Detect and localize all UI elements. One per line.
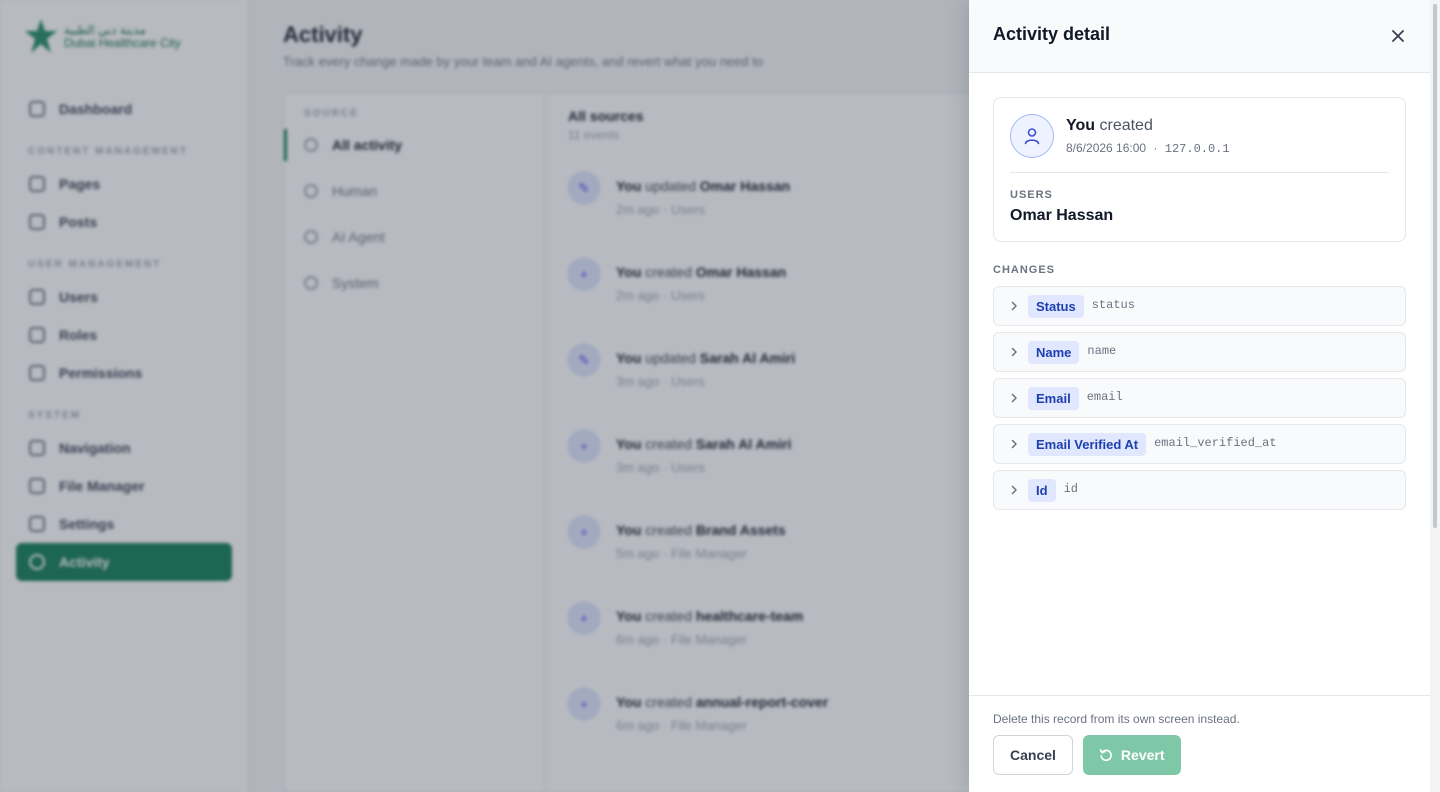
change-field-label: Name <box>1028 340 1080 364</box>
cancel-button[interactable]: Cancel <box>993 735 1073 775</box>
revert-label: Revert <box>1120 747 1165 763</box>
drawer-header: Activity detail <box>969 0 1430 73</box>
change-field-key: email_verified_at <box>1154 435 1277 450</box>
actor-verb: created <box>1099 116 1153 134</box>
change-field-key: email <box>1086 389 1123 404</box>
change-field-label: Status <box>1028 294 1084 318</box>
change-field-label: Email <box>1028 386 1079 410</box>
actor-meta: 8/6/2026 16:00 · 127.0.0.1 <box>1066 141 1230 156</box>
change-row[interactable]: Email Verified At email_verified_at <box>993 424 1406 464</box>
meta-separator: · <box>1153 140 1158 155</box>
user-icon <box>1024 128 1040 145</box>
change-row[interactable]: Email email <box>993 378 1406 418</box>
scrollbar[interactable] <box>1430 0 1440 792</box>
revert-icon <box>1099 749 1112 762</box>
drawer-footer: Delete this record from its own screen i… <box>969 695 1430 792</box>
activity-detail-drawer: Activity detail You created 8/6/2026 16:… <box>969 0 1430 792</box>
drawer-title: Activity detail <box>993 23 1111 44</box>
chevron-right-icon <box>1006 482 1022 498</box>
changes-label: CHANGES <box>993 264 1056 276</box>
revert-button[interactable]: Revert <box>1082 735 1181 775</box>
footer-note: Delete this record from its own screen i… <box>993 712 1240 726</box>
activity-timestamp: 8/6/2026 16:00 <box>1066 140 1147 155</box>
record-type-label: USERS <box>1010 189 1053 201</box>
change-field-key: name <box>1087 343 1117 358</box>
change-row[interactable]: Id id <box>993 470 1406 510</box>
scrollbar-thumb[interactable] <box>1433 4 1437 528</box>
actor-line: You created <box>1066 117 1230 135</box>
chevron-right-icon <box>1006 344 1022 360</box>
change-field-key: status <box>1091 297 1135 312</box>
close-button[interactable] <box>1385 23 1411 49</box>
actor-row: You created 8/6/2026 16:00 · 127.0.0.1 <box>1010 114 1389 173</box>
activity-summary-card: You created 8/6/2026 16:00 · 127.0.0.1 U… <box>993 97 1406 242</box>
chevron-right-icon <box>1006 436 1022 452</box>
change-row[interactable]: Name name <box>993 332 1406 372</box>
chevron-right-icon <box>1006 298 1022 314</box>
changes-list: Status status Name name Email email Email Veri… <box>993 286 1406 510</box>
change-row[interactable]: Status status <box>993 286 1406 326</box>
record-name: Omar Hassan <box>1010 207 1114 224</box>
actor-name: You <box>1066 116 1096 134</box>
close-icon <box>1392 30 1404 42</box>
avatar <box>1010 114 1054 158</box>
change-field-label: Id <box>1028 478 1056 502</box>
change-field-label: Email Verified At <box>1028 432 1147 456</box>
change-field-key: id <box>1063 481 1078 496</box>
activity-ip: 127.0.0.1 <box>1164 141 1230 156</box>
chevron-right-icon <box>1006 390 1022 406</box>
drawer-body: You created 8/6/2026 16:00 · 127.0.0.1 U… <box>969 73 1430 695</box>
